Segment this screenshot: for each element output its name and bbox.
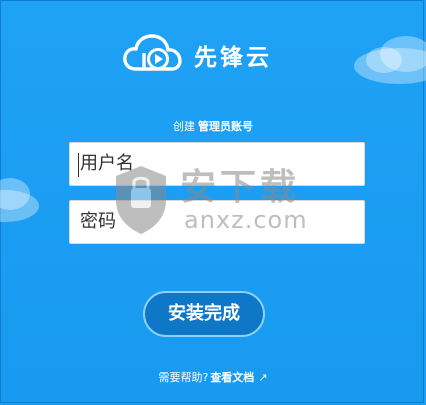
help-line: 需要帮助? 查看文档 ↗: [0, 369, 426, 385]
setup-prefix: 创建: [173, 120, 195, 133]
brand-name: 先锋云: [194, 45, 272, 71]
brand-logo: 先锋云: [122, 33, 272, 77]
setup-heading: 创建 管理员账号: [0, 118, 426, 134]
install-complete-button[interactable]: 安装完成: [143, 291, 265, 337]
username-placeholder: 用户名: [80, 153, 134, 174]
external-link-icon[interactable]: ↗: [258, 371, 267, 384]
password-placeholder: 密码: [80, 211, 116, 232]
view-docs-link[interactable]: 查看文档: [210, 371, 254, 384]
help-text: 需要帮助?: [158, 371, 209, 384]
text-caret: [78, 153, 79, 177]
cloud-play-icon: [123, 34, 182, 71]
username-field[interactable]: 用户名: [69, 142, 365, 186]
setup-title: 管理员账号: [198, 120, 253, 133]
password-field[interactable]: 密码: [69, 200, 365, 244]
